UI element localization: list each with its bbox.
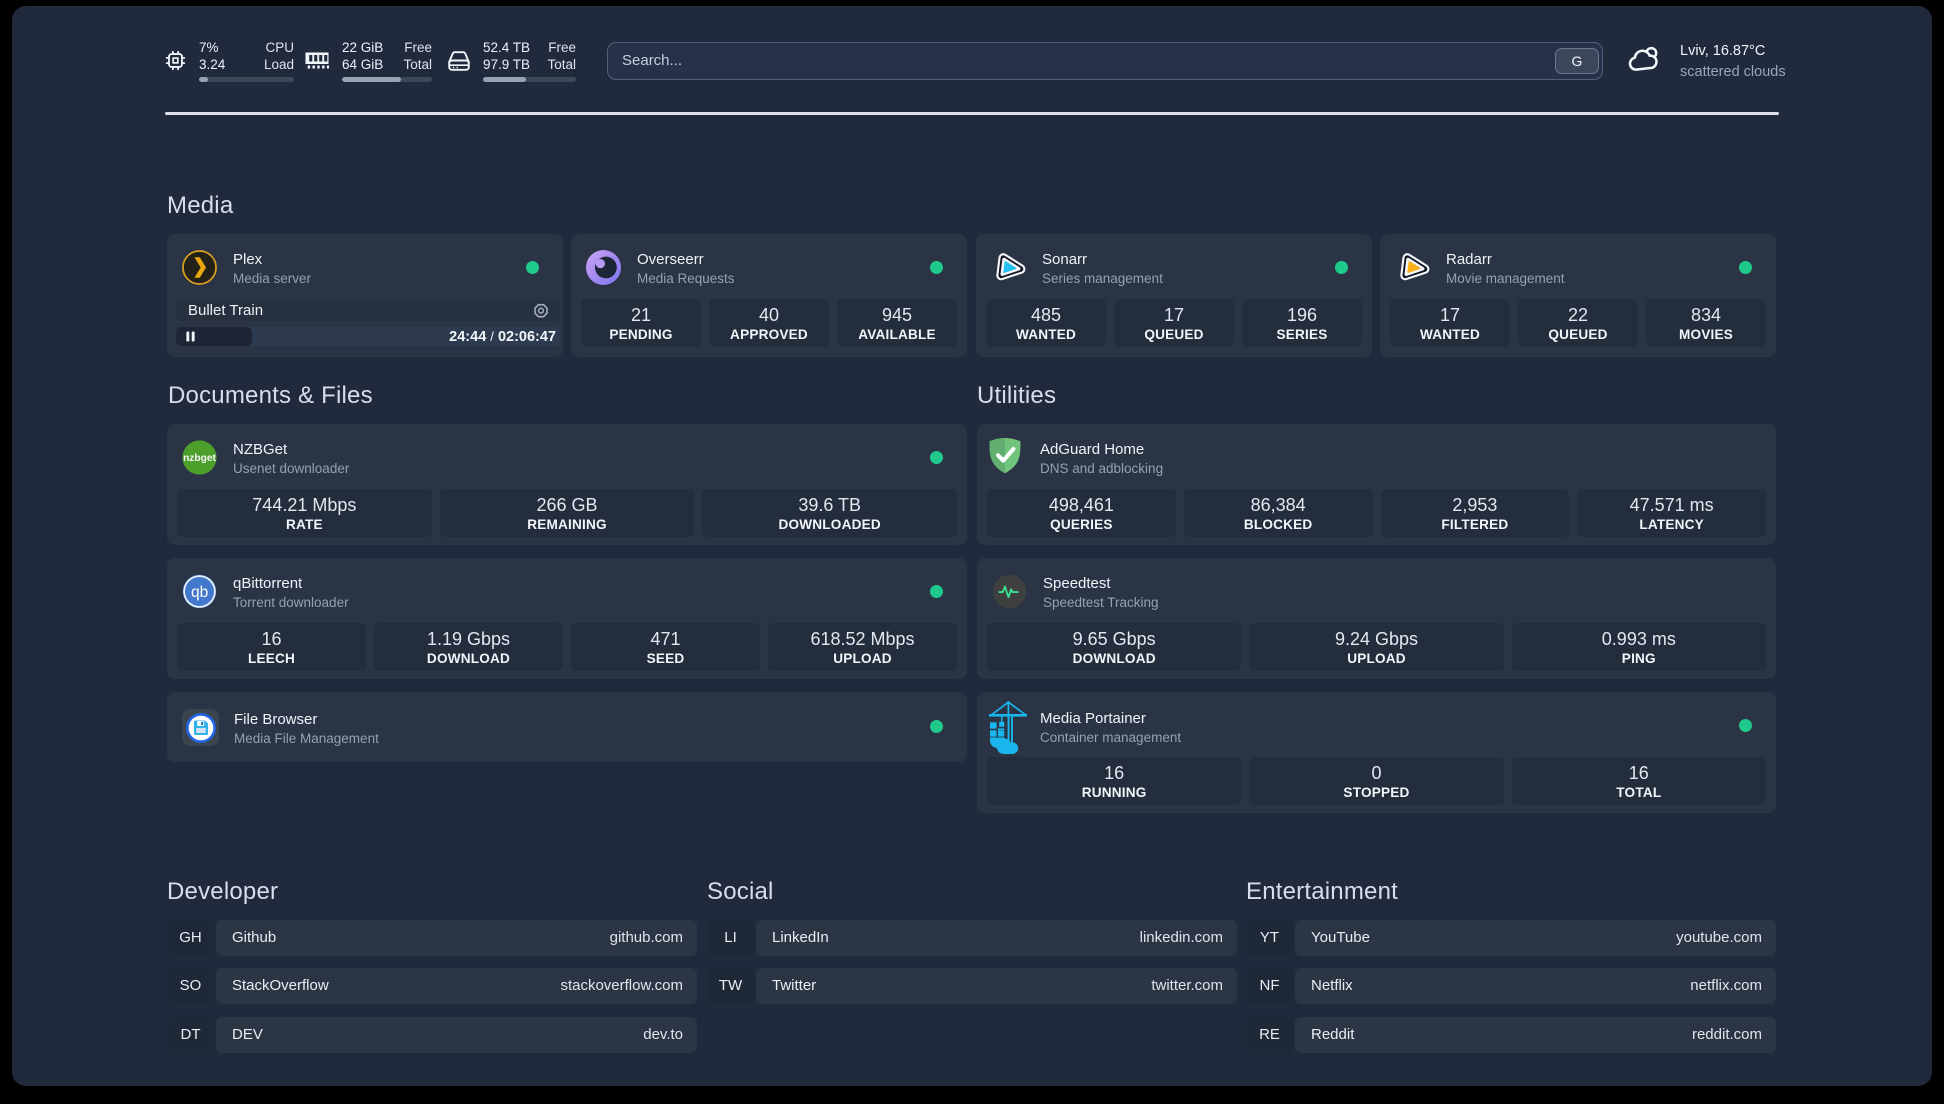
svg-text:nzbget: nzbget (183, 453, 216, 464)
svg-text:qb: qb (191, 584, 208, 601)
